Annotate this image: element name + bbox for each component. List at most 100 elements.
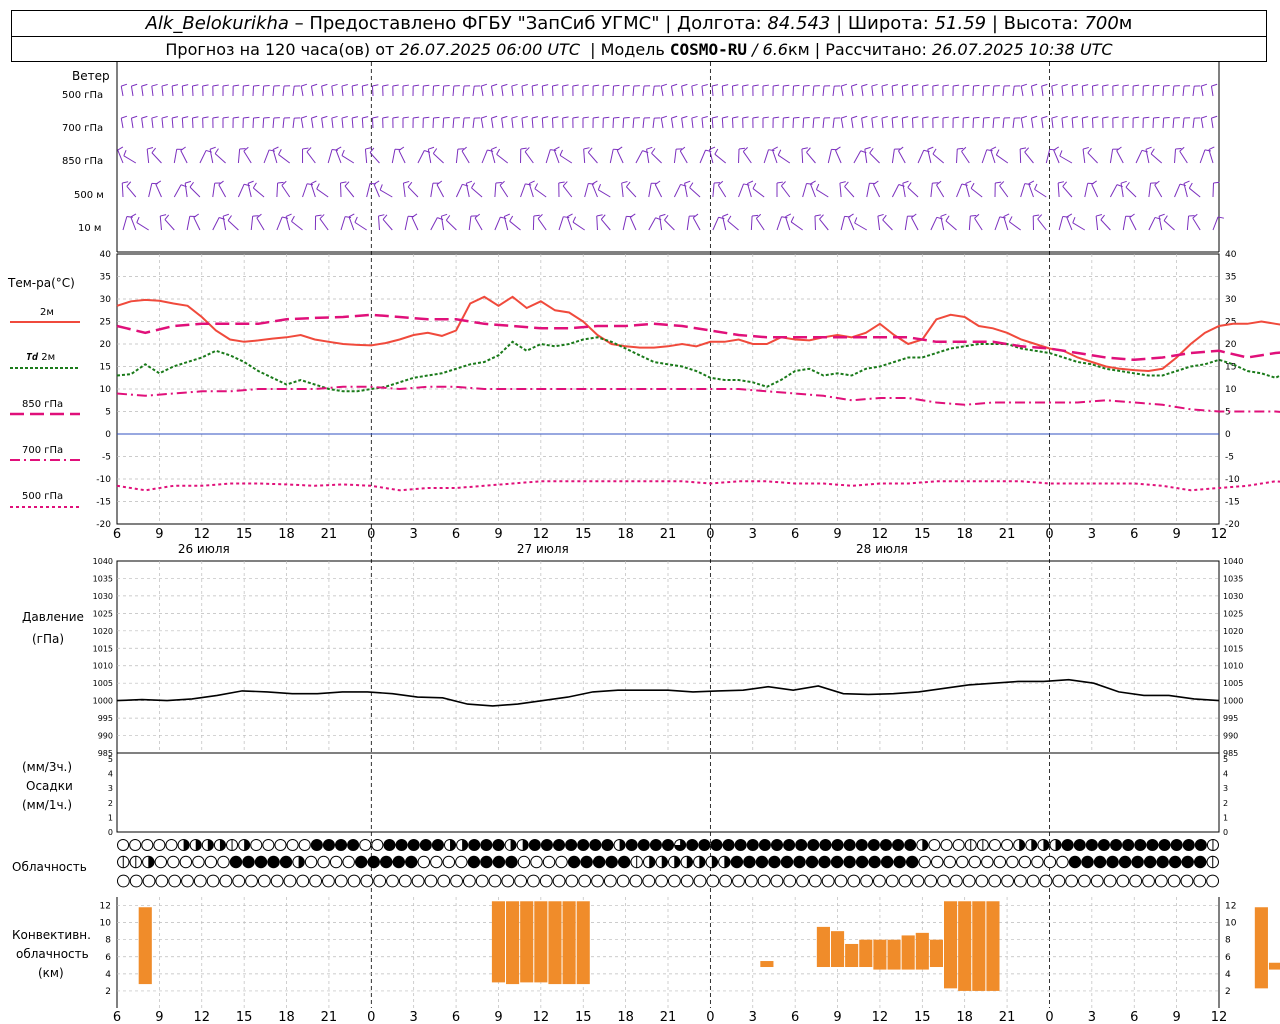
wind-barb-staff — [430, 217, 438, 231]
cloud-cover-symbol — [757, 874, 771, 888]
wind-barb-staff — [191, 85, 194, 97]
wind-barb-flag — [1133, 116, 1140, 119]
wind-barb-flag — [957, 147, 964, 150]
cloud-cover-symbol — [940, 838, 953, 852]
cloud-cover-symbol — [1090, 874, 1104, 888]
wind-barb-staff — [191, 117, 194, 129]
wind-barb-flag — [587, 147, 593, 153]
time-tick-label-bottom: 6 — [113, 1010, 121, 1024]
cloud-cover-symbol — [1193, 855, 1207, 869]
wind-barb-staff — [521, 86, 524, 97]
wind-barb-staff — [970, 187, 983, 198]
wind-barb-staff — [881, 118, 884, 129]
cloud-cover-symbol — [655, 874, 668, 888]
wind-barb-staff — [982, 85, 985, 97]
precip-ytick-right: 0 — [1223, 828, 1228, 837]
wind-barb-flag — [307, 183, 314, 186]
wind-barb-staff — [292, 86, 295, 97]
wind-barb-staff — [117, 149, 124, 164]
cloud-cover-symbol — [462, 874, 476, 888]
time-tick-label: 0 — [367, 527, 375, 542]
wind-barb-staff — [331, 86, 334, 97]
wind-barb-flag — [341, 116, 348, 119]
temp-ytick-left: -20 — [96, 520, 111, 530]
wind-barb-flag — [562, 84, 569, 87]
wind-barb-staff — [802, 183, 807, 198]
wind-barb-staff — [907, 187, 919, 198]
wind-barb-flag — [1021, 83, 1028, 87]
wind-barb-staff — [1120, 183, 1124, 198]
conv-ytick-right: 6 — [1225, 953, 1231, 963]
wind-barb-flag — [616, 146, 623, 151]
wind-barb-staff — [344, 185, 355, 198]
wind-barb-staff — [272, 85, 275, 97]
time-tick-label: 6 — [113, 527, 121, 542]
precip-ytick-right: 4 — [1223, 770, 1228, 779]
cloud-cover-symbol — [517, 855, 531, 869]
time-tick-label: 3 — [410, 527, 418, 542]
cloud-cover-symbol — [975, 874, 989, 888]
cloud-cover-symbol — [603, 874, 617, 888]
wind-barb-flag — [121, 115, 128, 119]
cloud-cover-symbol — [968, 855, 982, 869]
wind-barb-staff — [1066, 216, 1073, 231]
wind-barb-flag — [965, 180, 972, 184]
wind-barb-staff — [691, 86, 694, 97]
convective-bar — [760, 961, 774, 968]
wind-barb-flag — [1053, 146, 1060, 151]
wind-barb-staff — [262, 85, 265, 97]
wind-barb-staff — [731, 117, 734, 129]
wind-barb-staff — [361, 117, 364, 129]
wind-barb-flag — [1125, 182, 1130, 188]
cloud-cover-symbol — [540, 838, 553, 852]
wind-barb-flag — [491, 115, 498, 119]
temp-ytick-right: -5 — [1225, 453, 1234, 463]
wind-barb-flag — [369, 147, 375, 153]
precip-ytick-left: 0 — [108, 828, 113, 837]
wind-barb-staff — [891, 149, 895, 164]
wind-barb-staff — [1081, 117, 1084, 129]
wind-barb-flag — [172, 116, 179, 119]
wind-barb-staff — [151, 152, 162, 164]
cloud-cover-symbol — [431, 838, 444, 852]
cloud-cover-symbol — [181, 874, 194, 888]
wind-barb-flag — [141, 83, 148, 87]
wind-barb-flag — [496, 148, 501, 155]
cloud-cover-symbol — [354, 855, 368, 869]
wind-barb-flag — [572, 84, 579, 87]
wind-barb-staff — [1030, 118, 1034, 129]
wind-barb-staff — [402, 183, 406, 198]
wind-barb-staff — [319, 218, 329, 231]
wind-barb-flag — [815, 183, 820, 190]
wind-barb-staff — [1002, 118, 1005, 129]
wind-barb-staff — [750, 215, 753, 231]
wind-barb-flag — [661, 115, 668, 119]
wind-barb-flag — [712, 84, 719, 87]
time-tick-label-bottom: 15 — [914, 1010, 931, 1024]
wind-barb-flag — [520, 147, 527, 150]
wind-barb-staff — [792, 85, 795, 97]
wind-barb-staff — [553, 149, 560, 164]
cloud-cover-symbol — [1143, 855, 1157, 869]
cloud-cover-symbol — [710, 838, 723, 852]
wind-barb-staff — [276, 216, 283, 231]
temp-ytick-right: 10 — [1225, 385, 1237, 395]
cloud-cover-symbol — [578, 874, 592, 888]
wind-barb-staff — [1212, 216, 1219, 231]
wind-barb-staff — [612, 85, 615, 97]
wind-barb-staff — [501, 118, 504, 129]
wind-barb-flag — [869, 147, 874, 154]
cloud-cover-symbol — [770, 874, 784, 888]
time-tick-label-bottom: 18 — [617, 1010, 634, 1024]
wind-barb-flag — [321, 115, 328, 119]
wind-barb-flag — [542, 84, 549, 87]
wind-barb-flag — [861, 83, 868, 87]
wind-barb-flag — [301, 83, 308, 87]
wind-barb-flag — [398, 146, 405, 151]
wind-barb-flag — [263, 85, 270, 87]
wind-barb-flag — [1041, 115, 1048, 119]
cloud-cover-symbol — [981, 855, 994, 869]
wind-barb-staff — [738, 183, 745, 198]
cloud-cover-symbol — [1031, 855, 1044, 869]
wind-barb-flag — [1201, 83, 1208, 87]
